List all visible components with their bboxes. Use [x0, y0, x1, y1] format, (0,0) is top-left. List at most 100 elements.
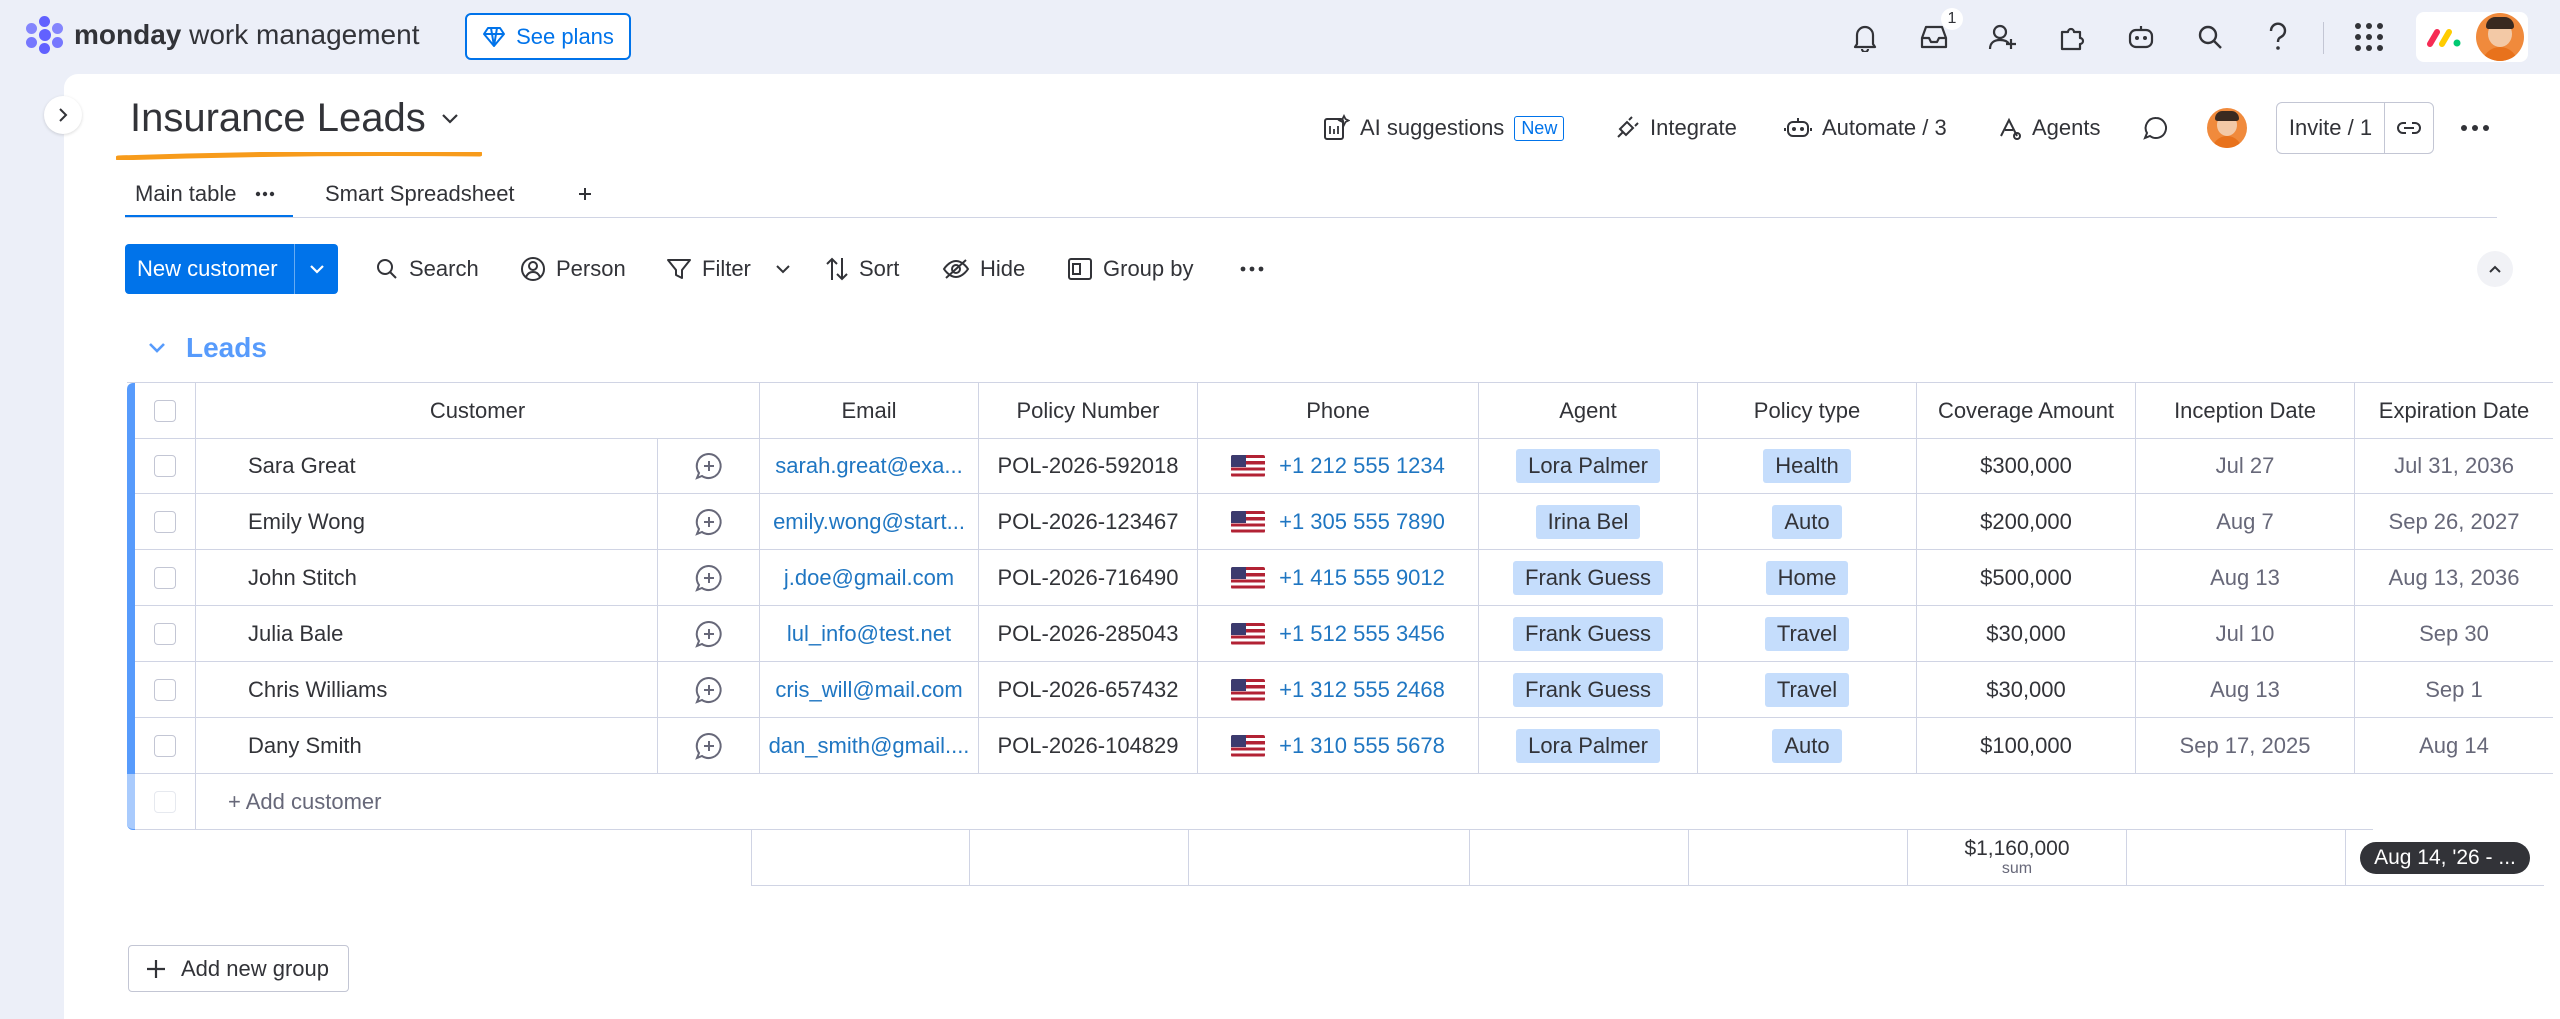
new-customer-button[interactable]: New customer — [125, 244, 338, 294]
new-item-dropdown[interactable] — [294, 244, 338, 294]
board-owner-avatar[interactable] — [2207, 108, 2247, 148]
policy-number-cell[interactable]: POL-2026-123467 — [979, 494, 1198, 550]
expand-sidebar-button[interactable] — [44, 96, 82, 134]
agents-button[interactable]: Agents — [1996, 108, 2101, 148]
email-cell[interactable]: lul_info@test.net — [760, 606, 979, 662]
column-header-email[interactable]: Email — [760, 383, 979, 439]
see-plans-button[interactable]: See plans — [465, 13, 631, 60]
expiration-date-cell[interactable]: Aug 14 — [2355, 718, 2553, 774]
agent-cell[interactable]: Irina Bel — [1479, 494, 1698, 550]
coverage-amount-cell[interactable]: $30,000 — [1917, 662, 2136, 718]
table-row[interactable]: John Stitch j.doe@gmail.com POL-2026-71649… — [127, 550, 2553, 606]
bot-icon[interactable] — [2122, 18, 2160, 56]
phone-cell[interactable]: +1 312 555 2468 — [1198, 662, 1479, 718]
policy-type-cell[interactable]: Travel — [1698, 606, 1917, 662]
column-header-coverage-amount[interactable]: Coverage Amount — [1917, 383, 2136, 439]
column-header-policy-number[interactable]: Policy Number — [979, 383, 1198, 439]
email-value[interactable]: sarah.great@exa... — [775, 453, 962, 479]
column-header-phone[interactable]: Phone — [1198, 383, 1479, 439]
coverage-amount-cell[interactable]: $200,000 — [1917, 494, 2136, 550]
agent-cell[interactable]: Frank Guess — [1479, 550, 1698, 606]
agent-cell[interactable]: Frank Guess — [1479, 662, 1698, 718]
email-value[interactable]: lul_info@test.net — [787, 621, 951, 647]
expiration-date-cell[interactable]: Sep 1 — [2355, 662, 2553, 718]
add-new-group-button[interactable]: Add new group — [128, 945, 349, 992]
policy-number-cell[interactable]: POL-2026-104829 — [979, 718, 1198, 774]
inception-date-cell[interactable]: Sep 17, 2025 — [2136, 718, 2355, 774]
table-row[interactable]: Julia Bale lul_info@test.net POL-2026-2850… — [127, 606, 2553, 662]
coverage-amount-cell[interactable]: $500,000 — [1917, 550, 2136, 606]
policy-type-cell[interactable]: Health — [1698, 438, 1917, 494]
summary-expiration-date[interactable]: Aug 14, '26 - ... — [2346, 830, 2544, 886]
chevron-down-icon[interactable] — [148, 342, 166, 354]
add-update-icon[interactable] — [694, 451, 724, 481]
add-update-icon[interactable] — [694, 563, 724, 593]
expiration-date-cell[interactable]: Aug 13, 2036 — [2355, 550, 2553, 606]
inception-date-cell[interactable]: Aug 7 — [2136, 494, 2355, 550]
expiration-date-cell[interactable]: Sep 26, 2027 — [2355, 494, 2553, 550]
table-row[interactable]: Dany Smith dan_smith@gmail.... POL-2026-10… — [127, 718, 2553, 774]
summary-coverage-sum[interactable]: $1,160,000 sum — [1908, 830, 2127, 886]
customer-cell[interactable]: Chris Williams — [196, 662, 658, 718]
account-switcher[interactable] — [2416, 12, 2528, 62]
customer-cell[interactable]: Emily Wong — [196, 494, 658, 550]
hide-button[interactable]: Hide — [942, 244, 1025, 294]
copy-link-icon[interactable] — [2385, 120, 2433, 136]
agent-cell[interactable]: Lora Palmer — [1479, 718, 1698, 774]
sort-button[interactable]: Sort — [825, 244, 899, 294]
phone-cell[interactable]: +1 310 555 5678 — [1198, 718, 1479, 774]
table-row[interactable]: Sara Great sarah.great@exa... POL-2026-592… — [127, 438, 2553, 494]
integrate-button[interactable]: Integrate — [1614, 108, 1737, 148]
inception-date-cell[interactable]: Aug 13 — [2136, 662, 2355, 718]
coverage-amount-cell[interactable]: $300,000 — [1917, 438, 2136, 494]
phone-value[interactable]: +1 212 555 1234 — [1279, 453, 1445, 479]
column-header-policy-type[interactable]: Policy type — [1698, 383, 1917, 439]
policy-type-cell[interactable]: Auto — [1698, 494, 1917, 550]
grid-icon[interactable] — [2350, 18, 2388, 56]
table-row[interactable]: Chris Williams cris_will@mail.com POL-2026… — [127, 662, 2553, 718]
policy-number-cell[interactable]: POL-2026-285043 — [979, 606, 1198, 662]
policy-number-cell[interactable]: POL-2026-716490 — [979, 550, 1198, 606]
row-checkbox[interactable] — [154, 510, 176, 533]
row-checkbox[interactable] — [154, 566, 176, 589]
email-value[interactable]: cris_will@mail.com — [775, 677, 962, 703]
row-checkbox[interactable] — [154, 454, 176, 477]
phone-value[interactable]: +1 305 555 7890 — [1279, 509, 1445, 535]
coverage-amount-cell[interactable]: $30,000 — [1917, 606, 2136, 662]
agent-cell[interactable]: Frank Guess — [1479, 606, 1698, 662]
more-options-icon[interactable] — [2460, 108, 2490, 148]
search-icon[interactable] — [2191, 18, 2229, 56]
email-value[interactable]: emily.wong@start... — [773, 509, 965, 535]
row-updates-cell[interactable] — [658, 550, 760, 606]
comments-icon[interactable] — [2142, 108, 2170, 148]
email-cell[interactable]: sarah.great@exa... — [760, 438, 979, 494]
inception-date-cell[interactable]: Jul 27 — [2136, 438, 2355, 494]
phone-cell[interactable]: +1 305 555 7890 — [1198, 494, 1479, 550]
invite-button[interactable]: Invite / 1 — [2276, 102, 2434, 154]
column-header-expiration-date[interactable]: Expiration Date — [2355, 383, 2553, 439]
policy-type-cell[interactable]: Home — [1698, 550, 1917, 606]
email-cell[interactable]: cris_will@mail.com — [760, 662, 979, 718]
table-row[interactable]: Emily Wong emily.wong@start... POL-2026-12… — [127, 494, 2553, 550]
search-button[interactable]: Search — [375, 244, 479, 294]
row-updates-cell[interactable] — [658, 494, 760, 550]
phone-cell[interactable]: +1 415 555 9012 — [1198, 550, 1479, 606]
phone-value[interactable]: +1 310 555 5678 — [1279, 733, 1445, 759]
row-updates-cell[interactable] — [658, 438, 760, 494]
tab-options-icon[interactable] — [255, 191, 275, 197]
person-filter-button[interactable]: Person — [520, 244, 626, 294]
tab-smart-spreadsheet[interactable]: Smart Spreadsheet — [315, 170, 525, 218]
customer-cell[interactable]: John Stitch — [196, 550, 658, 606]
logo[interactable]: monday work management — [24, 14, 419, 56]
bell-icon[interactable] — [1846, 18, 1884, 56]
phone-cell[interactable]: +1 212 555 1234 — [1198, 438, 1479, 494]
inception-date-cell[interactable]: Jul 10 — [2136, 606, 2355, 662]
inbox-icon[interactable]: 1 — [1915, 8, 1963, 56]
column-header-customer[interactable]: Customer — [196, 383, 760, 439]
phone-value[interactable]: +1 312 555 2468 — [1279, 677, 1445, 703]
tab-main-table[interactable]: Main table — [125, 170, 293, 218]
row-checkbox[interactable] — [154, 622, 176, 645]
add-update-icon[interactable] — [694, 675, 724, 705]
policy-number-cell[interactable]: POL-2026-657432 — [979, 662, 1198, 718]
customer-cell[interactable]: Sara Great — [196, 438, 658, 494]
